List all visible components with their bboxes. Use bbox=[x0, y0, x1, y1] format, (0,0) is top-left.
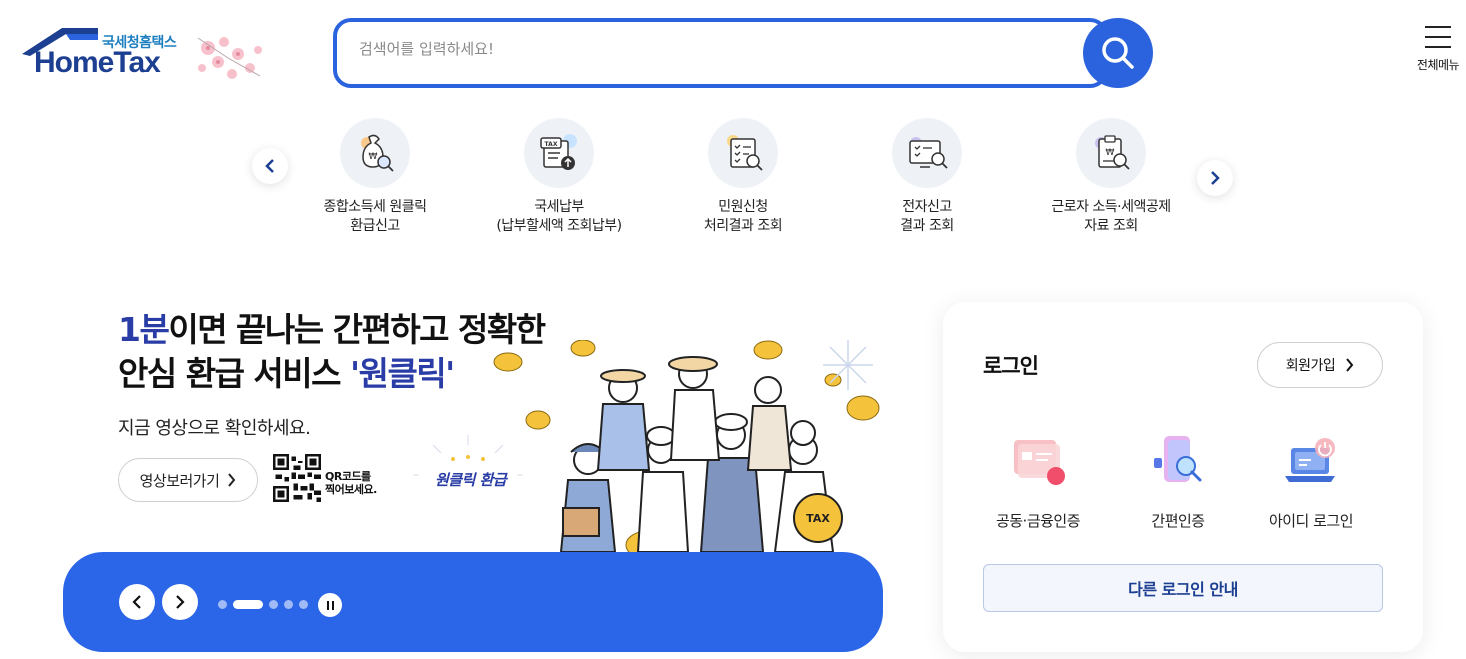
chevron-left-icon bbox=[265, 159, 274, 173]
full-menu-label: 전체메뉴 bbox=[1416, 58, 1460, 72]
banner-next-button[interactable] bbox=[162, 584, 198, 620]
slide-indicator-dot[interactable] bbox=[269, 600, 278, 609]
bubble-label: 원클릭 환급 bbox=[435, 471, 507, 489]
cherry-blossom-icon bbox=[197, 37, 262, 79]
search-box bbox=[333, 18, 1108, 88]
login-title: 로그인 bbox=[983, 354, 1039, 378]
login-option-label: 간편인증 bbox=[1151, 512, 1205, 530]
login-card: 로그인 회원가입 공동·금융인증 간편인증 아이디 로그인 다른 로그인 안내 bbox=[943, 302, 1423, 652]
main-banner: 1분이면 끝나는 간편하고 정확한 안심 환급 서비스 '원클릭' 지금 영상으… bbox=[63, 290, 883, 652]
certificate-card-icon bbox=[1006, 432, 1070, 492]
svg-text:₩: ₩ bbox=[1106, 148, 1115, 158]
quick-menu-label: 근로자 소득·세액공제 자료 조회 bbox=[1051, 199, 1171, 234]
one-click-refund-bubble: 원클릭 환급 bbox=[413, 435, 523, 515]
slide-indicator-dot[interactable] bbox=[299, 600, 308, 609]
chevron-right-icon bbox=[176, 595, 185, 609]
search-button[interactable] bbox=[1083, 18, 1153, 88]
slide-indicator-active[interactable] bbox=[233, 600, 263, 609]
other-login-guide-button[interactable]: 다른 로그인 안내 bbox=[983, 564, 1383, 612]
slide-indicator-dot[interactable] bbox=[218, 600, 227, 609]
banner-subtitle: 지금 영상으로 확인하세요. bbox=[118, 418, 311, 439]
full-menu-button[interactable]: 전체메뉴 bbox=[1408, 26, 1466, 82]
quick-menu-item-worker-deduction-data[interactable]: ₩ 근로자 소득·세액공제 자료 조회 bbox=[1021, 118, 1201, 236]
quick-menu-label: 국세납부 (납부할세액 조회납부) bbox=[496, 199, 622, 234]
quick-menu-prev-button[interactable] bbox=[252, 148, 288, 184]
receipt-search-icon: ₩ bbox=[1076, 118, 1146, 188]
quick-menu-next-button[interactable] bbox=[1197, 160, 1233, 196]
headline-highlight: 1분 bbox=[118, 310, 170, 349]
logo-wordmark: HomeTax bbox=[34, 46, 161, 79]
login-option-certificate[interactable]: 공동·금융인증 bbox=[968, 432, 1108, 531]
chevron-left-icon bbox=[132, 595, 141, 609]
banner-pause-button[interactable] bbox=[318, 593, 342, 617]
hometax-logo[interactable]: 국세청홈택스 HomeTax bbox=[22, 26, 272, 86]
laptop-login-icon bbox=[1279, 432, 1343, 492]
quick-menu-item-civil-petition-result[interactable]: 민원신청 처리결과 조회 bbox=[653, 118, 833, 236]
quick-menu-label: 전자신고 결과 조회 bbox=[900, 199, 954, 234]
qr-instruction-text: QR코드를 찍어보세요. bbox=[325, 470, 377, 496]
svg-text:₩: ₩ bbox=[369, 152, 378, 162]
svg-text:TAX: TAX bbox=[545, 141, 558, 148]
monitor-search-icon bbox=[892, 118, 962, 188]
quick-menu-label: 종합소득세 원클릭 환급신고 bbox=[323, 199, 428, 234]
quick-menu-item-national-tax-payment[interactable]: TAX 국세납부 (납부할세액 조회납부) bbox=[469, 118, 649, 236]
banner-prev-button[interactable] bbox=[119, 584, 155, 620]
watch-video-label: 영상보러가기 bbox=[139, 471, 220, 490]
login-option-id-login[interactable]: 아이디 로그인 bbox=[1241, 432, 1381, 531]
tax-bag-label: TAX bbox=[806, 512, 830, 525]
search-input[interactable] bbox=[359, 40, 1059, 58]
login-option-label: 아이디 로그인 bbox=[1268, 512, 1354, 530]
watch-video-button[interactable]: 영상보러가기 bbox=[118, 458, 258, 502]
pause-icon bbox=[326, 600, 329, 610]
chevron-right-icon bbox=[228, 473, 236, 487]
quick-menu-item-income-tax-refund[interactable]: ₩ 종합소득세 원클릭 환급신고 bbox=[285, 118, 465, 236]
login-option-simple-auth[interactable]: 간편인증 bbox=[1108, 432, 1248, 531]
headline-text-2: 안심 환급 서비스 bbox=[118, 354, 350, 393]
chevron-right-icon bbox=[1211, 171, 1220, 185]
quick-menu-item-e-filing-result[interactable]: 전자신고 결과 조회 bbox=[837, 118, 1017, 236]
phone-auth-icon bbox=[1146, 432, 1210, 492]
login-option-label: 공동·금융인증 bbox=[995, 512, 1081, 530]
banner-control-bar bbox=[63, 552, 883, 652]
quick-menu-label: 민원신청 처리결과 조회 bbox=[703, 199, 783, 234]
slide-indicator-dot[interactable] bbox=[284, 600, 293, 609]
chevron-right-icon bbox=[1346, 358, 1354, 372]
qr-code-icon bbox=[273, 454, 321, 502]
tax-payment-icon: TAX bbox=[524, 118, 594, 188]
signup-label: 회원가입 bbox=[1285, 358, 1336, 374]
hamburger-icon bbox=[1408, 26, 1466, 48]
search-icon bbox=[1102, 37, 1134, 69]
money-bag-search-icon: ₩ bbox=[340, 118, 410, 188]
document-search-icon bbox=[708, 118, 778, 188]
signup-button[interactable]: 회원가입 bbox=[1257, 342, 1383, 388]
